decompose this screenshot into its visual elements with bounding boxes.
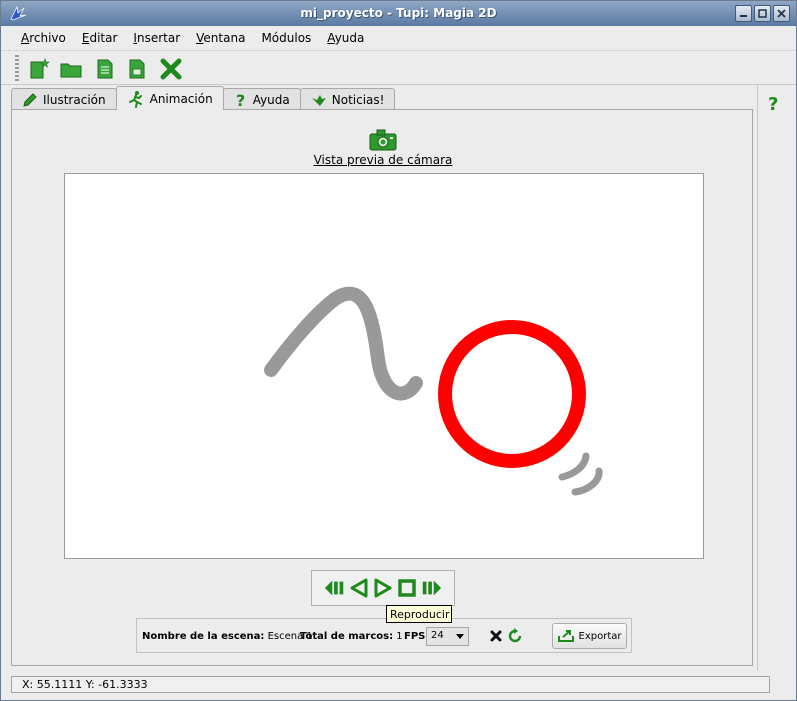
play-backward-icon — [350, 578, 368, 598]
rewind-button[interactable] — [324, 577, 346, 599]
gray-arc-large — [571, 467, 603, 496]
tab-label: Ilustración — [43, 92, 106, 107]
export-button[interactable]: Exportar — [552, 623, 627, 649]
export-label: Exportar — [578, 630, 622, 642]
menu-ventana[interactable]: Ventana — [188, 27, 253, 49]
tab-ilustracion[interactable]: Ilustración — [11, 88, 117, 110]
tab-label: Ayuda — [252, 92, 290, 107]
x-icon — [490, 630, 502, 642]
bird-icon — [311, 94, 326, 106]
tab-animacion[interactable]: Animación — [115, 86, 224, 110]
minimize-icon — [740, 15, 747, 17]
refresh-icon — [508, 628, 522, 643]
help-question-icon[interactable]: ? — [766, 93, 782, 113]
playback-controls — [311, 570, 455, 606]
open-project-icon — [60, 63, 82, 78]
main-toolbar — [1, 50, 796, 85]
toolbar-grip[interactable] — [15, 55, 19, 83]
camera-preview-link[interactable]: Vista previa de cámara — [251, 153, 515, 167]
camera-icon — [369, 129, 397, 151]
new-project-button[interactable] — [25, 55, 53, 83]
stop-icon — [398, 579, 416, 597]
save-project-button[interactable] — [91, 55, 119, 83]
rewind-icon — [324, 580, 344, 596]
refresh-button[interactable] — [507, 628, 523, 644]
open-project-button[interactable] — [57, 55, 85, 83]
fast-forward-icon — [422, 580, 442, 596]
menu-modulos[interactable]: Módulos — [253, 27, 319, 49]
tab-ayuda[interactable]: ? Ayuda — [222, 88, 301, 110]
save-as-icon — [129, 59, 145, 79]
save-project-icon — [97, 59, 113, 79]
tooltip: Reproducir — [386, 605, 452, 623]
status-bar: X: 55.1111 Y: -61.3333 — [11, 676, 770, 693]
maximize-button[interactable] — [754, 5, 771, 22]
play-icon — [374, 578, 392, 598]
right-dock: ? — [757, 85, 791, 671]
cursor-coordinates: X: 55.1111 Y: -61.3333 — [22, 678, 148, 691]
export-icon — [557, 630, 574, 642]
module-tabs: Ilustración Animación ? Ayuda Noticias! — [11, 86, 396, 110]
close-project-button[interactable] — [157, 55, 185, 83]
close-window-button[interactable] — [773, 5, 790, 22]
gray-arc-small — [558, 452, 590, 481]
app-window: mi_proyecto - Tupi: Magia 2D Archivo Edi… — [0, 0, 797, 701]
title-bar[interactable]: mi_proyecto - Tupi: Magia 2D — [1, 1, 796, 26]
window-title: mi_proyecto - Tupi: Magia 2D — [300, 6, 497, 20]
menu-archivo[interactable]: Archivo — [13, 27, 74, 49]
svg-text:?: ? — [236, 92, 245, 108]
close-project-icon — [160, 58, 182, 80]
camera-preview-canvas[interactable] — [64, 173, 704, 559]
gray-wave-stroke — [264, 286, 423, 401]
menu-editar[interactable]: Editar — [74, 27, 126, 49]
menu-insertar[interactable]: Insertar — [125, 27, 188, 49]
tab-label: Noticias! — [331, 92, 385, 107]
running-man-icon — [128, 90, 142, 108]
tab-noticias[interactable]: Noticias! — [299, 88, 396, 110]
svg-text:?: ? — [768, 94, 778, 113]
play-backward-button[interactable] — [348, 577, 370, 599]
close-icon — [777, 9, 786, 18]
maximize-icon — [758, 9, 767, 18]
save-as-button[interactable] — [123, 55, 151, 83]
menu-ayuda[interactable]: Ayuda — [319, 27, 372, 49]
red-circle — [438, 320, 586, 468]
scene-status-panel: Nombre de la escena: Escena 1 Total de m… — [136, 618, 632, 653]
pencil-icon — [23, 92, 37, 107]
minimize-button[interactable] — [735, 5, 752, 22]
play-button[interactable] — [372, 577, 394, 599]
menu-bar: Archivo Editar Insertar Ventana Módulos … — [1, 27, 796, 49]
tab-label: Animación — [149, 91, 213, 106]
chevron-down-icon — [456, 634, 464, 639]
new-project-icon — [30, 58, 50, 79]
fast-forward-button[interactable] — [420, 577, 442, 599]
stop-button[interactable] — [396, 577, 418, 599]
total-frames-value: 1 — [396, 631, 403, 642]
question-icon: ? — [236, 92, 245, 108]
clear-button[interactable] — [488, 628, 504, 644]
total-frames-info: Total de marcos: 1 — [300, 631, 403, 642]
fps-select[interactable]: 24 — [426, 627, 469, 646]
preview-drawing — [264, 286, 603, 496]
fps-value: 24 — [431, 630, 444, 641]
scene-name-info: Nombre de la escena: Escena 1 — [142, 631, 313, 642]
